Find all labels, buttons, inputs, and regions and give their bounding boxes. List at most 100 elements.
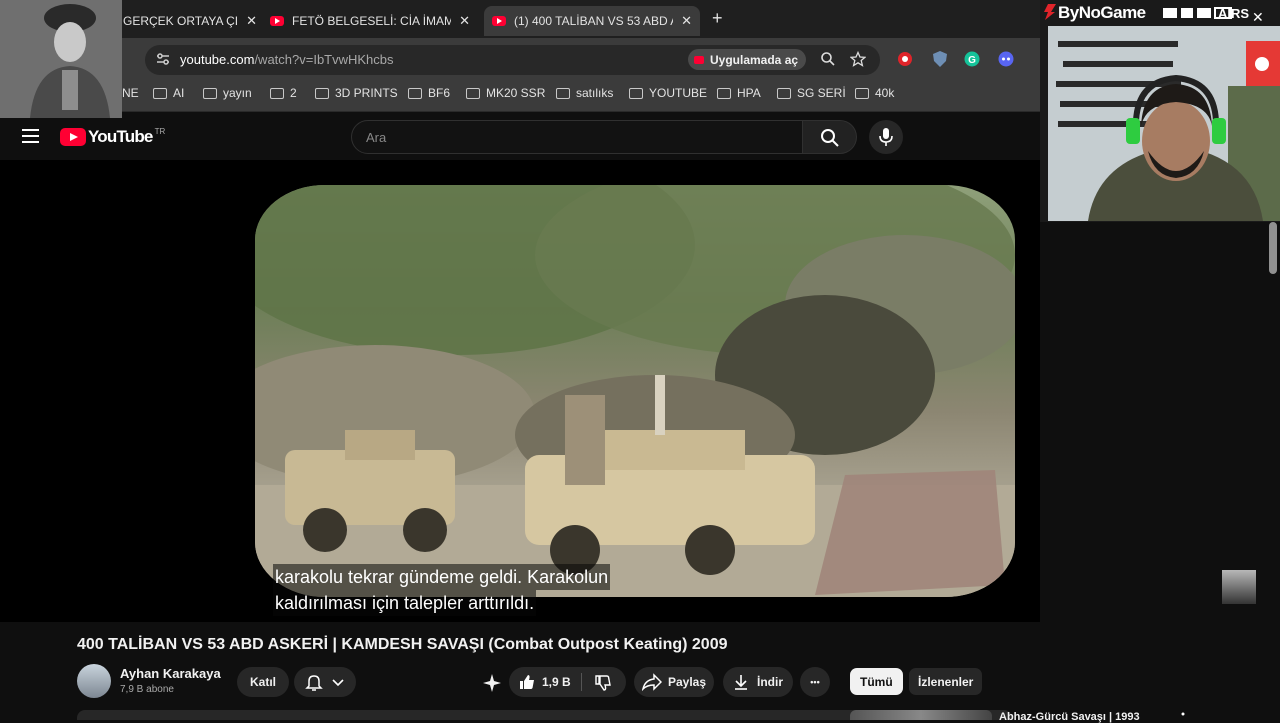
more-actions-button[interactable]: •••: [800, 667, 830, 697]
menu-icon[interactable]: [22, 128, 40, 144]
bookmark-label: 40k: [875, 86, 895, 100]
tab-3-active[interactable]: (1) 400 TALİBAN VS 53 ABD AS ✕: [484, 6, 700, 36]
open-in-app-button[interactable]: Uygulamada aç: [688, 49, 807, 70]
divider: [581, 673, 582, 691]
site-settings-icon[interactable]: [155, 51, 171, 67]
close-icon[interactable]: ✕: [1252, 9, 1264, 26]
subtitle-line: kaldırılması için talepler arttırıldı.: [273, 590, 537, 616]
bookmark-folder[interactable]: YOUTUBE: [629, 86, 707, 100]
folder-icon: [153, 87, 167, 99]
join-button[interactable]: Katıl: [237, 667, 290, 697]
channel-name[interactable]: Ayhan Karakaya: [120, 666, 221, 681]
video-scene-image: [255, 185, 1015, 597]
bookmark-label: 3D PRINTS: [335, 86, 398, 100]
video-subtitles: karakolu tekrar gündeme geldi. Karakolun…: [273, 564, 611, 616]
bookmark-label: HPA: [737, 86, 761, 100]
youtube-app-icon: [694, 55, 704, 64]
close-icon[interactable]: ✕: [246, 13, 257, 29]
video-frame: [255, 185, 1015, 597]
bookmark-label: AI: [173, 86, 185, 100]
scrollbar-thumb[interactable]: [1269, 222, 1277, 274]
url-host: youtube.com: [180, 52, 255, 67]
filter-chip-watched[interactable]: İzlenenler: [909, 668, 983, 695]
youtube-logo[interactable]: YouTube TR: [60, 127, 165, 147]
download-label: İndir: [757, 675, 783, 689]
bookmark-folder[interactable]: yayın: [203, 86, 252, 100]
bell-icon: [305, 675, 323, 691]
folder-icon: [270, 87, 284, 99]
bookmark-folder[interactable]: MK20 SSR: [466, 86, 545, 100]
search-icon: [821, 129, 839, 147]
url-text[interactable]: youtube.com/watch?v=IbTvwHKhcbs: [180, 52, 394, 67]
like-icon[interactable]: [518, 673, 536, 691]
close-icon[interactable]: ✕: [681, 13, 692, 29]
youtube-favicon-icon: [270, 16, 284, 26]
streamer-webcam-overlay: ByNoGame AIRS ✕: [1040, 0, 1280, 222]
extension-bot-icon[interactable]: [998, 51, 1014, 67]
webcam-image: [1048, 26, 1280, 221]
folder-icon: [466, 87, 480, 99]
grammarly-icon[interactable]: G: [964, 51, 980, 67]
bookmark-folder[interactable]: 40k: [855, 86, 894, 100]
sparkle-icon[interactable]: [482, 673, 502, 693]
bookmark-star-icon[interactable]: [850, 51, 866, 67]
video-title: 400 TALİBAN VS 53 ABD ASKERİ | KAMDESH S…: [77, 636, 728, 653]
channel-watermark[interactable]: [1222, 570, 1256, 604]
youtube-favicon-icon: [492, 16, 506, 26]
next-video-title[interactable]: Abhaz-Gürcü Savaşı | 1993: [999, 711, 1140, 723]
youtube-wordmark: YouTube: [88, 127, 153, 146]
join-label: Katıl: [250, 675, 277, 689]
bookmark-folder[interactable]: AI: [153, 86, 184, 100]
kebab-menu-icon[interactable]: [1180, 712, 1186, 720]
bookmark-label: 2: [290, 86, 297, 100]
filter-label: İzlenenler: [918, 674, 974, 689]
download-button[interactable]: İndir: [723, 667, 793, 697]
video-player[interactable]: [0, 160, 1040, 622]
notification-button[interactable]: [294, 667, 356, 697]
voice-search-button[interactable]: [869, 120, 903, 154]
bookmark-folder[interactable]: 2: [270, 86, 297, 100]
search-box[interactable]: [351, 120, 803, 154]
close-icon[interactable]: ✕: [459, 13, 470, 29]
channel-avatar[interactable]: [77, 664, 111, 698]
folder-icon: [855, 87, 869, 99]
tab-2[interactable]: FETÖ BELGESELİ: CİA İMAMI - Y ✕: [262, 6, 478, 36]
extension-red-icon[interactable]: [897, 51, 913, 67]
search-input[interactable]: [352, 121, 802, 153]
like-dislike-group: 1,9 B: [509, 667, 626, 697]
folder-icon: [203, 87, 217, 99]
bookmark-label: BF6: [428, 86, 451, 100]
folder-icon: [777, 87, 791, 99]
more-icon: •••: [810, 677, 820, 687]
webcam-feed: [1048, 26, 1280, 221]
search-button[interactable]: [803, 120, 857, 154]
folder-icon: [556, 87, 570, 99]
bookmark-label: yayın: [223, 86, 252, 100]
portrait-image: [0, 0, 122, 118]
microphone-icon: [879, 128, 893, 146]
tab-1[interactable]: GERÇEK ORTAYA ÇIK ✕: [115, 6, 265, 36]
filter-chip-all[interactable]: Tümü: [850, 668, 903, 695]
bookmark-label: satılıks: [576, 86, 614, 100]
bynogame-logo-icon: [1044, 4, 1056, 20]
next-video-thumbnail[interactable]: [850, 710, 992, 720]
share-label: Paylaş: [668, 675, 707, 689]
zoom-icon[interactable]: [820, 51, 836, 67]
bookmark-label: YOUTUBE: [649, 86, 708, 100]
bookmark-folder[interactable]: 3D PRINTS: [315, 86, 398, 100]
share-button[interactable]: Paylaş: [634, 667, 714, 697]
like-count[interactable]: 1,9 B: [542, 675, 571, 689]
bookmark-folder[interactable]: SG SERİ: [777, 86, 846, 100]
chevron-down-icon: [332, 679, 344, 687]
bookmark-folder[interactable]: BF6: [408, 86, 450, 100]
bookmark-label: MK20 SSR: [486, 86, 546, 100]
extension-shield-icon[interactable]: [931, 50, 949, 68]
bookmark-folder[interactable]: HPA: [717, 86, 761, 100]
dislike-icon[interactable]: [594, 674, 612, 692]
bookmark-item[interactable]: NE: [122, 86, 139, 100]
new-tab-button[interactable]: +: [712, 8, 723, 29]
download-icon: [735, 675, 747, 690]
open-in-app-label: Uygulamada aç: [710, 52, 799, 67]
bookmark-folder[interactable]: satılıks: [556, 86, 613, 100]
folder-icon: [315, 87, 329, 99]
